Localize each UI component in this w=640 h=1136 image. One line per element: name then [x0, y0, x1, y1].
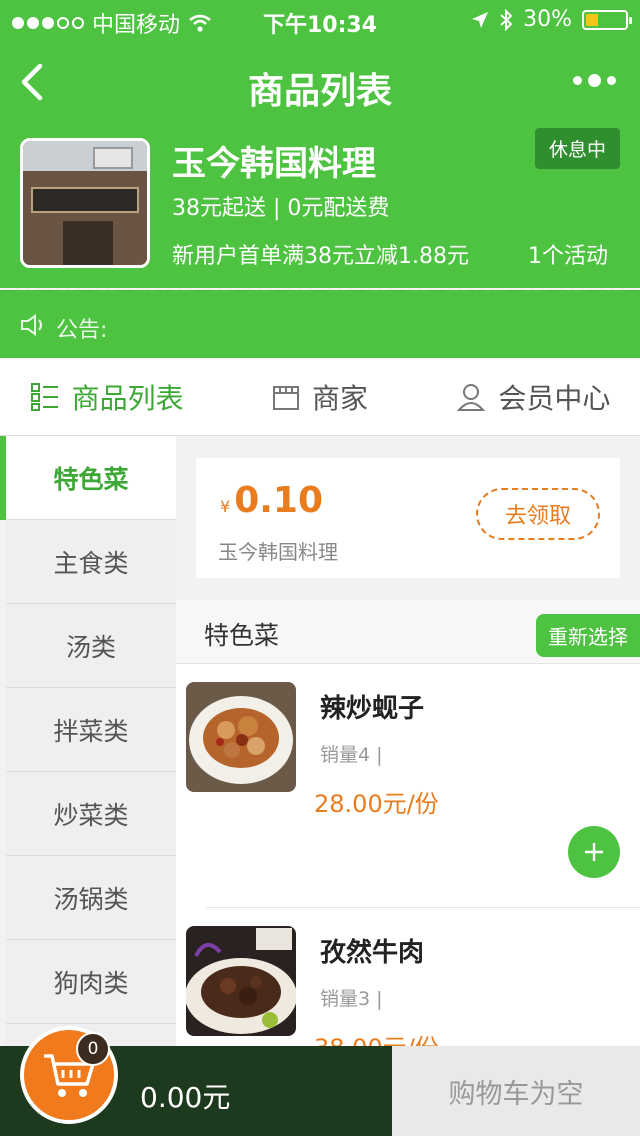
tab-bar: 商品列表 商家 会员中心 — [0, 358, 640, 436]
shop-name: 玉今韩国料理 — [172, 144, 376, 184]
product-sales: 销量3 | — [320, 988, 383, 1010]
speaker-icon — [21, 314, 42, 336]
battery-icon — [582, 9, 632, 30]
more-button[interactable] — [573, 74, 616, 87]
status-bar: 中国移动 下午10:34 30% — [0, 0, 640, 40]
checkout-button[interactable]: 购物车为空 — [392, 1046, 640, 1136]
list-icon — [30, 382, 58, 411]
category-item[interactable]: 主食类 — [6, 520, 176, 604]
product-price: 38.00元/份 — [314, 1028, 439, 1046]
status-badge: 休息中 — [534, 128, 620, 169]
section-title: 特色菜 — [204, 621, 280, 650]
tab-product-list[interactable]: 商品列表 — [0, 358, 213, 435]
product-sales: 销量4 | — [320, 744, 383, 766]
tab-label: 会员中心 — [498, 381, 611, 415]
coupon-card: ¥0.10 玉今韩国料理 去领取 — [196, 458, 620, 578]
reselect-button[interactable]: 重新选择 — [536, 614, 640, 657]
product-price: 28.00元/份 — [314, 790, 439, 818]
notice-label: 公告: — [56, 318, 108, 343]
nav-bar: 商品列表 — [0, 40, 640, 128]
user-icon — [457, 383, 486, 411]
tab-label: 商品列表 — [71, 381, 184, 415]
product-item[interactable]: 孜然牛肉 销量3 | 38.00元/份 — [176, 908, 640, 1046]
add-to-cart-button[interactable] — [568, 826, 620, 878]
shop-header: 玉今韩国料理 休息中 38元起送 | 0元配送费 新用户首单满38元立减1.88… — [0, 128, 640, 290]
coupon-shop: 玉今韩国料理 — [218, 540, 338, 564]
activity-count[interactable]: 1个活动 — [528, 238, 608, 270]
product-name: 孜然牛肉 — [320, 938, 425, 968]
delivery-info: 38元起送 | 0元配送费 — [172, 196, 390, 221]
category-item[interactable]: 拌菜类 — [6, 688, 176, 772]
promo-text: 新用户首单满38元立减1.88元 — [172, 244, 469, 269]
coupon-value: 0.10 — [234, 480, 324, 521]
product-photo[interactable] — [186, 926, 296, 1036]
page-title: 商品列表 — [247, 71, 392, 112]
claim-coupon-button[interactable]: 去领取 — [476, 488, 600, 540]
product-name: 辣炒蚬子 — [320, 694, 425, 724]
product-item[interactable]: 辣炒蚬子 销量4 | 28.00元/份 — [176, 664, 640, 908]
tab-label: 商家 — [311, 381, 368, 415]
bluetooth-icon — [500, 8, 513, 31]
category-item[interactable]: 狗肉类 — [6, 940, 176, 1024]
cart-count-badge: 0 — [76, 1032, 110, 1066]
category-item[interactable]: 炒菜类 — [6, 772, 176, 856]
product-photo[interactable] — [186, 682, 296, 792]
category-item[interactable]: 特色菜 — [0, 436, 176, 520]
plus-icon — [585, 843, 603, 861]
battery-percent: 30% — [523, 7, 572, 32]
category-item[interactable]: 汤类 — [6, 604, 176, 688]
shop-photo[interactable] — [20, 138, 150, 268]
currency-symbol: ¥ — [220, 497, 231, 516]
coupon-area: ¥0.10 玉今韩国料理 去领取 — [176, 436, 640, 600]
category-item[interactable]: 汤锅类 — [6, 856, 176, 940]
product-list: ¥0.10 玉今韩国料理 去领取 特色菜 重新选择 辣炒蚬子 销量4 | 28.… — [176, 436, 640, 1046]
section-header: 特色菜 重新选择 — [176, 600, 640, 664]
tab-member-center[interactable]: 会员中心 — [427, 358, 640, 435]
coupon-amount: ¥0.10 — [220, 480, 323, 521]
cart-total: 0.00元 — [140, 1081, 231, 1114]
category-sidebar: 特色菜 主食类 汤类 拌菜类 炒菜类 汤锅类 狗肉类 — [0, 436, 176, 1046]
tab-merchant[interactable]: 商家 — [213, 358, 426, 435]
store-icon — [272, 385, 299, 410]
location-icon — [472, 11, 489, 28]
notice-bar[interactable]: 公告: — [0, 290, 640, 358]
system-indicators: 30% — [471, 7, 632, 32]
